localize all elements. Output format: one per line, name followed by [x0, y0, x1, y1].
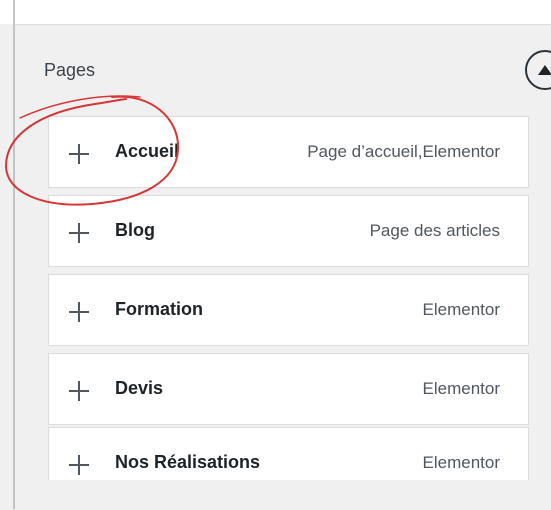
page-item-formation[interactable]: Formation Elementor	[48, 274, 529, 346]
plus-icon[interactable]	[69, 223, 89, 243]
page-item-devis[interactable]: Devis Elementor	[48, 353, 529, 425]
page-name: Nos Réalisations	[115, 452, 261, 472]
page-item-accueil[interactable]: Accueil Page d’accueil,Elementor	[48, 116, 529, 188]
page-meta: Elementor	[422, 300, 500, 319]
page-item-blog[interactable]: Blog Page des articles	[48, 195, 529, 267]
section-title: Pages	[44, 60, 96, 80]
page-name: Blog	[115, 220, 155, 240]
page-name: Formation	[115, 299, 203, 319]
page-meta: Page des articles	[369, 221, 500, 240]
pages-list: Accueil Page d’accueil,Elementor Blog Pa…	[48, 116, 529, 480]
page-meta: Page d’accueil,Elementor	[307, 142, 500, 161]
page-meta: Elementor	[422, 453, 500, 472]
page-meta: Elementor	[422, 379, 500, 398]
top-strip	[0, 0, 551, 24]
plus-icon[interactable]	[69, 455, 89, 475]
plus-icon[interactable]	[69, 302, 89, 322]
plus-icon[interactable]	[69, 144, 89, 164]
page-item-nos-realisations[interactable]: Nos Réalisations Elementor	[48, 427, 529, 480]
plus-icon[interactable]	[69, 381, 89, 401]
page-name: Devis	[115, 378, 164, 398]
caret-up-icon	[538, 65, 551, 75]
page-name: Accueil	[115, 141, 180, 161]
